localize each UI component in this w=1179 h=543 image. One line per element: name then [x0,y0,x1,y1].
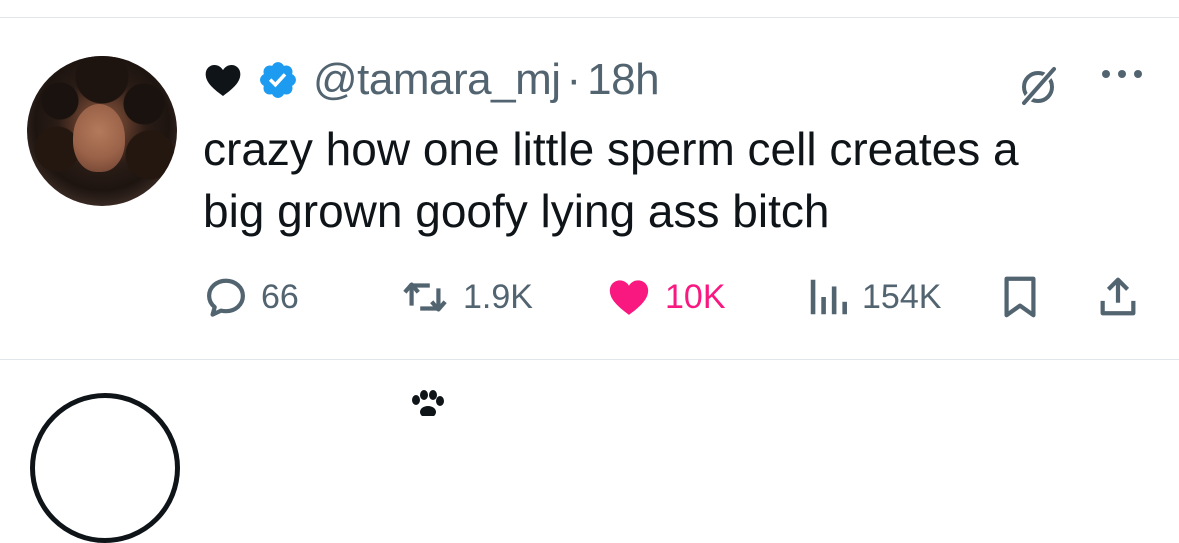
repost-icon [403,282,447,312]
avatar-face [73,104,125,172]
views-button[interactable]: 154K [806,272,941,322]
tweet-timestamp[interactable]: 18h [587,55,659,105]
more-options-icon[interactable] [1098,64,1146,84]
reply-icon [207,278,245,317]
repost-button[interactable]: 1.9K [399,272,533,322]
like-button[interactable]: 10K [605,272,726,322]
bookmark-button[interactable] [1000,272,1040,322]
like-count: 10K [665,277,726,316]
tweet-text-line: big grown goofy lying ass bitch [203,185,830,237]
top-divider [0,17,1179,18]
avatar[interactable] [27,56,177,206]
share-button[interactable] [1096,272,1140,322]
repost-count: 1.9K [463,277,533,316]
tweet-text-line: crazy how one little sperm cell creates … [203,123,1019,175]
grok-icon[interactable] [1016,63,1060,107]
bottom-divider [0,359,1179,360]
next-tweet-avatar[interactable] [30,393,180,543]
verified-badge-icon[interactable] [257,59,299,101]
reply-count: 66 [261,277,299,316]
analytics-icon [810,279,847,315]
bookmark-icon [1004,276,1036,318]
views-count: 154K [862,277,942,316]
tweet-header: @tamara_mj · 18h [203,52,660,108]
share-icon [1100,277,1136,316]
tweet-text: crazy how one little sperm cell creates … [203,118,1143,242]
header-separator: · [566,55,582,104]
heart-icon [609,280,649,315]
reply-button[interactable]: 66 [203,272,299,322]
paw-icon [412,390,444,416]
tweet-actions: 66 1.9K 10K 154K [0,272,1179,322]
user-handle[interactable]: @tamara_mj [313,55,561,105]
black-heart-icon [205,65,241,96]
